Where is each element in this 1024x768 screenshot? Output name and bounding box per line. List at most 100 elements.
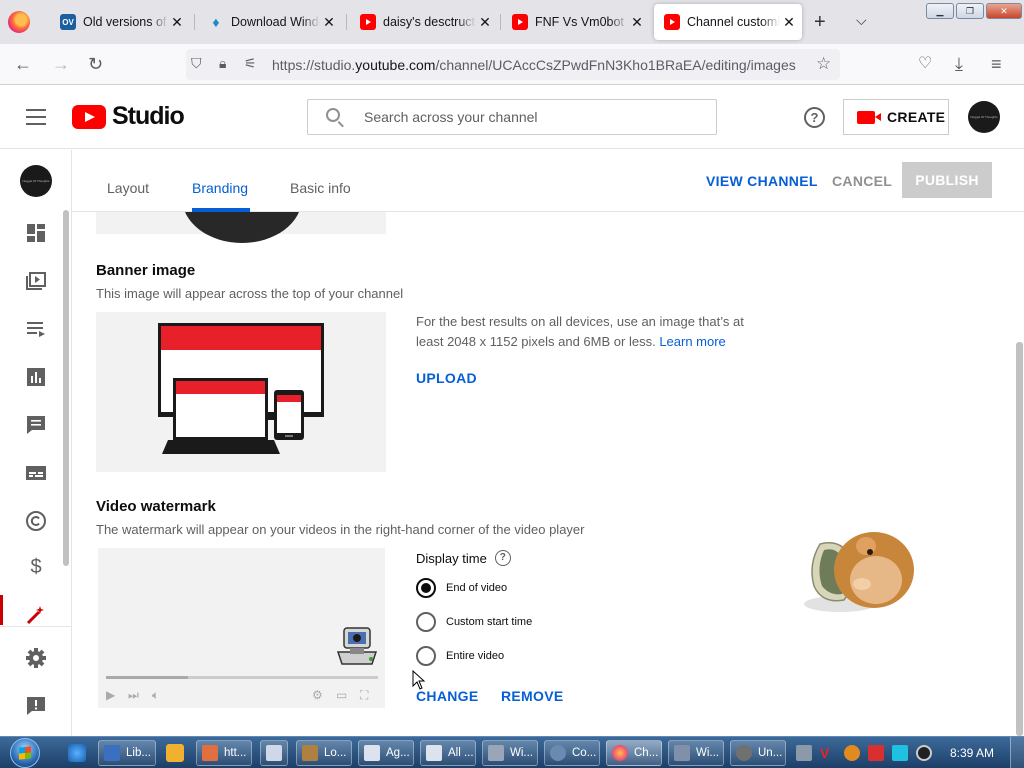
radio-label: End of video xyxy=(446,582,508,594)
page-scrollbar[interactable] xyxy=(1016,342,1023,736)
publish-button[interactable]: PUBLISH xyxy=(902,162,992,198)
taskbar-item[interactable]: Co... xyxy=(544,740,600,766)
taskbar-clock[interactable]: 8:39 AM xyxy=(950,746,994,760)
media-player-icon[interactable] xyxy=(166,744,184,762)
browser-tab[interactable]: OV Old versions of Wi ✕ xyxy=(50,4,190,40)
tab-layout[interactable]: Layout xyxy=(107,180,149,196)
radio-button[interactable] xyxy=(416,646,436,666)
left-nav-scrollbar[interactable] xyxy=(63,210,69,566)
remove-watermark-button[interactable]: REMOVE xyxy=(501,688,563,704)
bookmark-star-icon[interactable]: ☆ xyxy=(816,54,831,74)
help-icon[interactable]: ? xyxy=(494,550,511,566)
analytics-icon[interactable] xyxy=(25,366,47,388)
taskbar-item[interactable]: All ... xyxy=(420,740,476,766)
radio-button[interactable] xyxy=(416,612,436,632)
taskbar-item[interactable]: Wi... xyxy=(482,740,538,766)
taskbar-label: htt... xyxy=(224,747,247,759)
tab-basic-info[interactable]: Basic info xyxy=(290,180,351,196)
browser-tab[interactable]: FNF Vs Vm0bot Le ✕ xyxy=(502,4,650,40)
close-tab-icon[interactable]: ✕ xyxy=(322,14,336,31)
hamster-overlay-image xyxy=(804,532,914,612)
studio-header: Studio Search across your channel ? CREA… xyxy=(0,85,1024,149)
internet-explorer-icon[interactable] xyxy=(68,744,86,762)
channel-avatar[interactable]: Nugget Of Thoughts xyxy=(20,165,52,197)
tab-branding[interactable]: Branding xyxy=(192,180,248,196)
start-button[interactable] xyxy=(4,737,46,768)
tray-search-icon[interactable] xyxy=(844,745,860,761)
tray-network-icon[interactable] xyxy=(796,745,812,761)
radio-custom-start-time[interactable]: Custom start time xyxy=(416,612,532,632)
list-all-tabs-icon[interactable]: ⌵ xyxy=(856,12,867,29)
dashboard-icon[interactable] xyxy=(25,222,47,244)
firefox-icon[interactable] xyxy=(8,11,30,33)
app-menu-icon[interactable]: ≡ xyxy=(991,54,1002,74)
taskbar-item[interactable]: Lib... xyxy=(98,740,156,766)
settings-icon: ⚙ xyxy=(312,688,323,702)
permissions-icon[interactable]: ⚟ xyxy=(244,55,257,72)
content-icon[interactable] xyxy=(25,270,47,292)
help-icon[interactable]: ? xyxy=(804,107,825,128)
youtube-logo-icon[interactable] xyxy=(72,105,106,129)
learn-more-link[interactable]: Learn more xyxy=(659,334,725,349)
copyright-icon[interactable] xyxy=(25,510,47,532)
taskbar-item[interactable]: Wi... xyxy=(668,740,724,766)
browser-tab[interactable]: daisy's desctructio ✕ xyxy=(350,4,498,40)
view-channel-button[interactable]: VIEW CHANNEL xyxy=(706,173,818,189)
change-watermark-button[interactable]: CHANGE xyxy=(416,688,478,704)
downloads-icon[interactable]: ⤓ xyxy=(955,54,963,74)
taskbar-item[interactable]: Lo... xyxy=(296,740,352,766)
forward-arrow-icon[interactable]: → xyxy=(52,54,70,74)
studio-logo-text[interactable]: Studio xyxy=(112,102,185,131)
radio-label: Entire video xyxy=(446,650,505,662)
pocket-icon[interactable]: ♡ xyxy=(918,54,932,74)
search-input[interactable]: Search across your channel xyxy=(307,99,717,135)
new-tab-icon[interactable]: + xyxy=(814,11,826,34)
tray-display-icon[interactable] xyxy=(892,745,908,761)
restore-window-icon[interactable]: ❐ xyxy=(956,3,984,19)
send-feedback-icon[interactable] xyxy=(25,695,47,717)
fullscreen-icon: ⛶ xyxy=(360,688,369,702)
show-desktop-button[interactable] xyxy=(1010,737,1024,768)
radio-end-of-video[interactable]: End of video xyxy=(416,578,507,598)
browser-tab-active[interactable]: Channel customiza ✕ xyxy=(654,4,802,40)
tab-title: daisy's desctructio xyxy=(383,15,476,29)
upload-banner-button[interactable]: UPLOAD xyxy=(416,370,477,386)
taskbar-item[interactable]: Un... xyxy=(730,740,786,766)
tray-v-icon[interactable]: V xyxy=(820,745,836,761)
earn-dollar-icon[interactable]: $ xyxy=(25,556,47,578)
hamburger-menu-icon[interactable] xyxy=(26,109,46,125)
settings-gear-icon[interactable] xyxy=(25,647,47,669)
radio-button[interactable] xyxy=(416,578,436,598)
close-tab-icon[interactable]: ✕ xyxy=(782,14,796,31)
lock-icon[interactable]: 🔒︎ xyxy=(219,55,226,72)
back-arrow-icon[interactable]: ← xyxy=(14,54,32,74)
url-bar[interactable]: ⛉ 🔒︎ ⚟ https://studio.youtube.com/channe… xyxy=(186,49,840,80)
playlists-icon[interactable] xyxy=(25,318,47,340)
create-button[interactable]: CREATE xyxy=(843,99,949,135)
tray-volume-icon[interactable] xyxy=(916,745,932,761)
minimize-window-icon[interactable]: ▁ xyxy=(926,3,954,19)
taskbar-item[interactable]: Ag... xyxy=(358,740,414,766)
play-icon: ▶ xyxy=(106,688,116,702)
browser-tab[interactable]: ♦ Download Windo ✕ xyxy=(198,4,342,40)
cancel-button[interactable]: CANCEL xyxy=(832,173,892,189)
comments-icon[interactable] xyxy=(25,414,47,436)
search-icon xyxy=(326,108,340,122)
account-avatar[interactable]: Nugget Of Thoughts xyxy=(968,101,1000,133)
taskbar-item[interactable]: htt... xyxy=(196,740,252,766)
url-text[interactable]: https://studio.youtube.com/channel/UCAcc… xyxy=(272,57,796,73)
taskbar-item-active[interactable]: Ch... xyxy=(606,740,662,766)
radio-entire-video[interactable]: Entire video xyxy=(416,646,504,666)
customization-wand-icon[interactable] xyxy=(25,604,47,626)
close-tab-icon[interactable]: ✕ xyxy=(478,14,492,31)
tab-title: Channel customiza xyxy=(687,15,780,29)
tray-flag-icon[interactable] xyxy=(868,745,884,761)
close-window-icon[interactable]: ✕ xyxy=(986,3,1022,19)
shield-icon[interactable]: ⛉ xyxy=(191,55,202,72)
taskbar-label: Un... xyxy=(758,747,783,759)
close-tab-icon[interactable]: ✕ xyxy=(170,14,184,31)
subtitles-icon[interactable] xyxy=(25,462,47,484)
close-tab-icon[interactable]: ✕ xyxy=(630,14,644,31)
taskbar-item[interactable] xyxy=(260,740,288,766)
reload-icon[interactable]: ↻ xyxy=(88,54,103,74)
